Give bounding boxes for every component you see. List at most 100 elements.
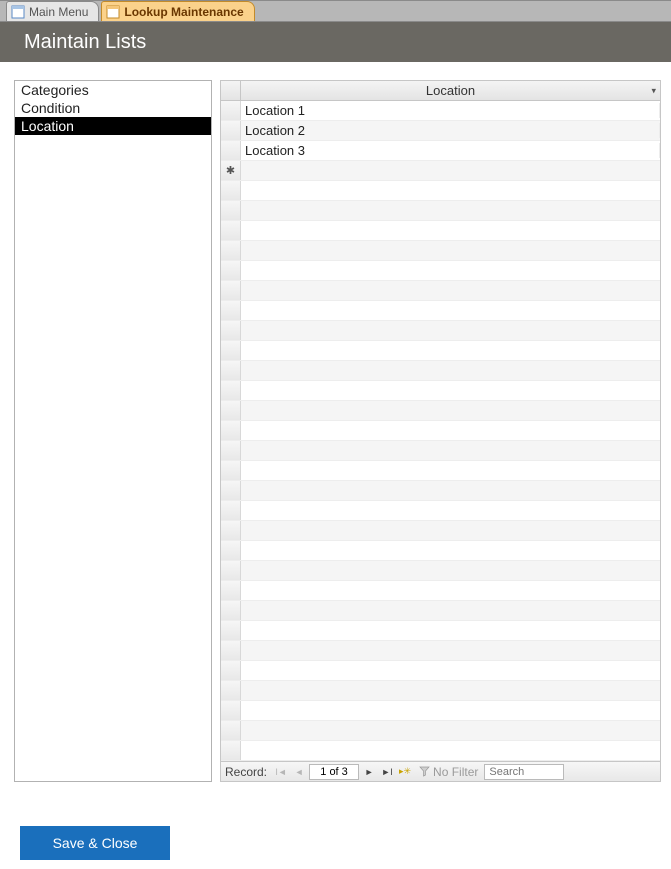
row-selector[interactable] (221, 461, 241, 480)
table-empty-row[interactable] (221, 681, 660, 701)
table-empty-row[interactable] (221, 281, 660, 301)
column-header-location[interactable]: Location ▾ (241, 83, 660, 98)
list-item[interactable]: Condition (15, 99, 211, 117)
table-empty-row[interactable] (221, 241, 660, 261)
row-selector[interactable] (221, 701, 241, 720)
table-empty-row[interactable] (221, 521, 660, 541)
page-header: Maintain Lists (0, 22, 671, 62)
table-empty-row[interactable] (221, 481, 660, 501)
nav-prev-icon[interactable]: ◄ (291, 764, 307, 780)
row-selector[interactable] (221, 661, 241, 680)
table-empty-row[interactable] (221, 641, 660, 661)
column-dropdown-icon[interactable]: ▾ (651, 85, 656, 96)
row-selector[interactable] (221, 421, 241, 440)
row-selector[interactable] (221, 201, 241, 220)
row-selector[interactable] (221, 621, 241, 640)
save-close-label: Save & Close (53, 835, 138, 851)
save-close-button[interactable]: Save & Close (20, 826, 170, 860)
nav-new-icon[interactable]: ▸✳ (397, 764, 413, 780)
nav-next-icon[interactable]: ► (361, 764, 377, 780)
nav-first-icon[interactable]: I◄ (273, 764, 289, 780)
row-selector[interactable] (221, 101, 241, 120)
table-empty-row[interactable] (221, 661, 660, 681)
form-icon (106, 5, 120, 19)
table-new-row[interactable]: ✱ (221, 161, 660, 181)
row-selector[interactable] (221, 301, 241, 320)
table-empty-row[interactable] (221, 301, 660, 321)
list-item[interactable]: Location (15, 117, 211, 135)
table-empty-row[interactable] (221, 601, 660, 621)
row-selector[interactable] (221, 521, 241, 540)
table-empty-row[interactable] (221, 701, 660, 721)
table-row[interactable]: Location 2 (221, 121, 660, 141)
row-selector[interactable] (221, 121, 241, 140)
table-empty-row[interactable] (221, 741, 660, 761)
table-empty-row[interactable] (221, 461, 660, 481)
row-selector[interactable] (221, 561, 241, 580)
table-empty-row[interactable] (221, 721, 660, 741)
table-empty-row[interactable] (221, 401, 660, 421)
row-selector[interactable] (221, 341, 241, 360)
row-selector[interactable] (221, 241, 241, 260)
table-empty-row[interactable] (221, 321, 660, 341)
row-selector[interactable] (221, 261, 241, 280)
row-selector[interactable] (221, 601, 241, 620)
row-selector[interactable] (221, 741, 241, 760)
row-selector[interactable] (221, 481, 241, 500)
category-listbox[interactable]: CategoriesConditionLocation (14, 80, 212, 782)
row-selector[interactable] (221, 721, 241, 740)
cell-location[interactable]: Location 1 (241, 103, 660, 118)
row-selector[interactable] (221, 581, 241, 600)
cell-location[interactable]: Location 2 (241, 123, 660, 138)
tab-bar: Main Menu Lookup Maintenance (0, 0, 671, 22)
row-selector[interactable] (221, 381, 241, 400)
table-empty-row[interactable] (221, 181, 660, 201)
grid-body[interactable]: Location 1 Location 2 Location 3✱ (221, 101, 660, 761)
table-empty-row[interactable] (221, 201, 660, 221)
row-selector[interactable] (221, 281, 241, 300)
row-selector[interactable] (221, 441, 241, 460)
table-empty-row[interactable] (221, 541, 660, 561)
table-empty-row[interactable] (221, 381, 660, 401)
table-empty-row[interactable] (221, 421, 660, 441)
nav-last-icon[interactable]: ►I (379, 764, 395, 780)
row-selector[interactable] (221, 361, 241, 380)
table-empty-row[interactable] (221, 441, 660, 461)
table-empty-row[interactable] (221, 221, 660, 241)
row-selector[interactable] (221, 541, 241, 560)
table-row[interactable]: Location 3 (221, 141, 660, 161)
tab-label: Lookup Maintenance (124, 5, 243, 19)
cell-location[interactable]: Location 3 (241, 143, 660, 158)
table-empty-row[interactable] (221, 261, 660, 281)
row-selector[interactable] (221, 401, 241, 420)
table-empty-row[interactable] (221, 561, 660, 581)
record-search-input[interactable] (484, 764, 564, 780)
tab-label: Main Menu (29, 5, 88, 19)
list-item[interactable]: Categories (15, 81, 211, 99)
form-icon (11, 5, 25, 19)
row-selector[interactable] (221, 141, 241, 160)
funnel-icon (419, 766, 430, 777)
table-empty-row[interactable] (221, 501, 660, 521)
table-empty-row[interactable] (221, 581, 660, 601)
record-navigator: Record: I◄ ◄ ► ►I ▸✳ No Filter (221, 761, 660, 781)
datasheet: Location ▾ Location 1Location 2Location … (220, 80, 661, 782)
filter-status[interactable]: No Filter (419, 765, 478, 779)
table-empty-row[interactable] (221, 341, 660, 361)
column-header-label: Location (426, 83, 475, 98)
row-selector[interactable] (221, 221, 241, 240)
table-empty-row[interactable] (221, 361, 660, 381)
row-selector[interactable] (221, 501, 241, 520)
tab-lookup-maintenance[interactable]: Lookup Maintenance (101, 1, 254, 21)
row-selector[interactable] (221, 641, 241, 660)
record-position-input[interactable] (309, 764, 359, 780)
row-selector[interactable] (221, 681, 241, 700)
row-selector[interactable] (221, 181, 241, 200)
table-row[interactable]: Location 1 (221, 101, 660, 121)
table-empty-row[interactable] (221, 621, 660, 641)
no-filter-label: No Filter (433, 765, 478, 779)
select-all-corner[interactable] (221, 81, 241, 100)
row-selector[interactable]: ✱ (221, 161, 241, 180)
tab-main-menu[interactable]: Main Menu (6, 1, 99, 21)
row-selector[interactable] (221, 321, 241, 340)
